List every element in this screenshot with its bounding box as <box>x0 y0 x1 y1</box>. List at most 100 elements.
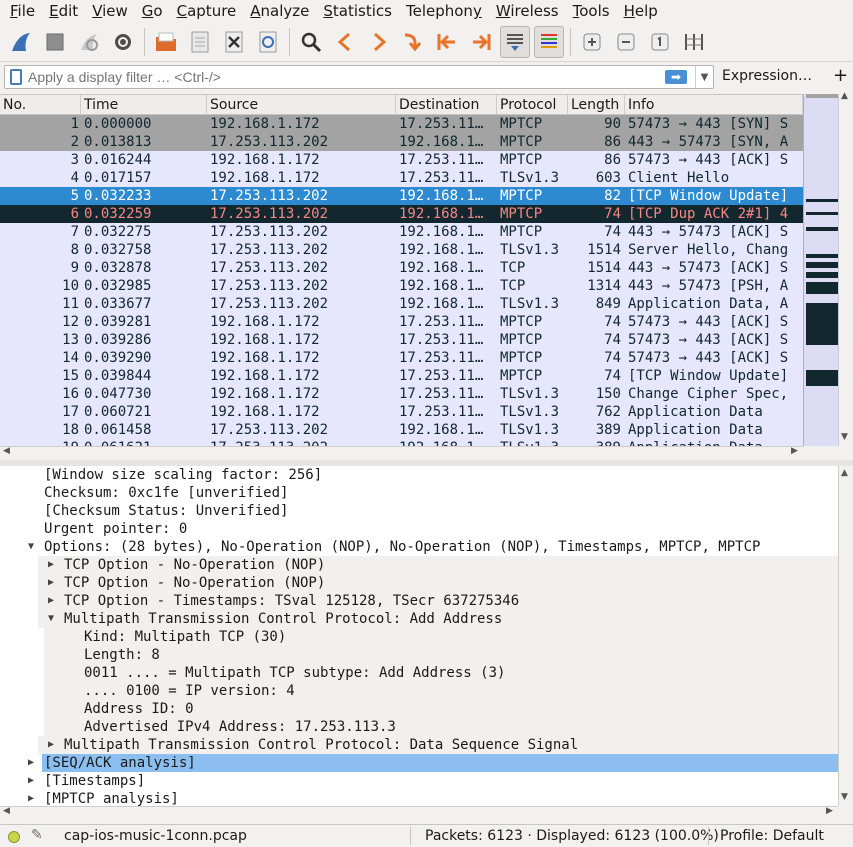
expanded-arrow-icon[interactable]: ▼ <box>44 610 58 628</box>
packet-row[interactable]: 16 0.047730 192.168.1.172 17.253.11… TLSv1.3… <box>0 385 803 403</box>
detail-row[interactable]: Checksum: 0xc1fe [unverified] <box>0 484 838 502</box>
packet-row[interactable]: 17 0.060721 192.168.1.172 17.253.11… TLSv1.3… <box>0 403 803 421</box>
restart-icon[interactable] <box>74 26 104 58</box>
scroll-up-icon[interactable]: ▲ <box>841 468 848 478</box>
packet-list-hscrollbar[interactable]: ◀ ▶ <box>0 446 803 460</box>
detail-row[interactable]: Urgent pointer: 0 <box>0 520 838 538</box>
column-header-no[interactable]: No. <box>0 95 81 114</box>
menu-statistics[interactable]: Statistics <box>316 0 399 22</box>
detail-row[interactable]: [Checksum Status: Unverified] <box>0 502 838 520</box>
shark-fin-icon[interactable] <box>6 26 36 58</box>
packet-row[interactable]: 1 0.000000 192.168.1.172 17.253.11… MPTCP 90 5… <box>0 115 803 133</box>
detail-row[interactable]: ▶ [SEQ/ACK analysis] <box>0 754 838 772</box>
apply-filter-arrow-icon[interactable]: ➡ <box>665 70 687 84</box>
detail-row[interactable]: ▶ Multipath Transmission Control Protocol… <box>0 736 838 754</box>
scroll-left-icon[interactable]: ◀ <box>3 806 10 816</box>
zoom-in-icon[interactable] <box>577 26 607 58</box>
close-file-icon[interactable] <box>219 26 249 58</box>
first-packet-icon[interactable] <box>432 26 462 58</box>
menu-capture[interactable]: Capture <box>170 0 244 22</box>
bookmark-icon[interactable] <box>10 69 22 85</box>
packet-details-hscrollbar[interactable]: ◀ ▶ <box>0 806 838 820</box>
reload-icon[interactable] <box>253 26 283 58</box>
packet-row[interactable]: 11 0.033677 17.253.113.202 192.168.1… TLSv1.… <box>0 295 803 313</box>
expert-info-led-icon[interactable] <box>8 831 20 843</box>
expression-button[interactable]: Expression… <box>722 68 812 84</box>
detail-row[interactable]: ▶ TCP Option - No-Operation (NOP) <box>0 574 838 592</box>
menu-tools[interactable]: Tools <box>566 0 617 22</box>
collapsed-arrow-icon[interactable]: ▶ <box>44 736 58 754</box>
menu-wireless[interactable]: Wireless <box>489 0 566 22</box>
scroll-right-icon[interactable]: ▶ <box>826 806 833 816</box>
collapsed-arrow-icon[interactable]: ▶ <box>44 574 58 592</box>
packet-row[interactable]: 5 0.032233 17.253.113.202 192.168.1… MPTCP 82… <box>0 187 803 205</box>
collapsed-arrow-icon[interactable]: ▶ <box>44 556 58 574</box>
column-header-info[interactable]: Info <box>625 95 803 114</box>
packet-row[interactable]: 12 0.039281 192.168.1.172 17.253.11… MPTCP 74… <box>0 313 803 331</box>
detail-row[interactable]: Length: 8 <box>0 646 838 664</box>
scroll-up-icon[interactable]: ▲ <box>841 91 848 101</box>
menu-view[interactable]: View <box>85 0 135 22</box>
display-filter-input[interactable] <box>28 69 665 85</box>
detail-row[interactable]: ▼ Multipath Transmission Control Protocol… <box>0 610 838 628</box>
status-profile[interactable]: Profile: Default <box>720 828 824 844</box>
add-filter-button[interactable]: + <box>833 65 848 86</box>
detail-row[interactable]: ▶ TCP Option - Timestamps: TSval 125128, … <box>0 592 838 610</box>
column-header-time[interactable]: Time <box>81 95 207 114</box>
detail-row[interactable]: ▶ [MPTCP analysis] <box>0 790 838 806</box>
find-icon[interactable] <box>296 26 326 58</box>
detail-row[interactable]: 0011 .... = Multipath TCP subtype: Add A… <box>0 664 838 682</box>
packet-row[interactable]: 7 0.032275 17.253.113.202 192.168.1… MPTCP 74… <box>0 223 803 241</box>
scroll-right-icon[interactable]: ▶ <box>791 446 798 456</box>
column-header-length[interactable]: Length <box>568 95 625 114</box>
go-back-icon[interactable] <box>330 26 360 58</box>
menu-telephony[interactable]: Telephony <box>399 0 489 22</box>
detail-row[interactable]: Kind: Multipath TCP (30) <box>0 628 838 646</box>
resize-columns-icon[interactable] <box>679 26 709 58</box>
packet-row[interactable]: 8 0.032758 17.253.113.202 192.168.1… TLSv1.3… <box>0 241 803 259</box>
packet-list-scrollbar[interactable]: ▲ ▼ <box>838 91 853 446</box>
save-file-icon[interactable] <box>185 26 215 58</box>
packet-row[interactable]: 3 0.016244 192.168.1.172 17.253.11… MPTCP 86 5… <box>0 151 803 169</box>
collapsed-arrow-icon[interactable]: ▶ <box>44 592 58 610</box>
menu-analyze[interactable]: Analyze <box>243 0 316 22</box>
packet-details-scrollbar[interactable]: ▲ ▼ <box>838 466 853 806</box>
packet-row[interactable]: 18 0.061458 17.253.113.202 192.168.1… TLSv1.… <box>0 421 803 439</box>
go-forward-icon[interactable] <box>364 26 394 58</box>
packet-row[interactable]: 2 0.013813 17.253.113.202 192.168.1… MPTCP 86… <box>0 133 803 151</box>
packet-row[interactable]: 4 0.017157 192.168.1.172 17.253.11… TLSv1.3 6… <box>0 169 803 187</box>
packet-row[interactable]: 15 0.039844 192.168.1.172 17.253.11… MPTCP 74… <box>0 367 803 385</box>
packet-row[interactable]: 190.06162117.253.113.202192.168.1…TLSv1.… <box>0 439 803 446</box>
collapsed-arrow-icon[interactable]: ▶ <box>24 754 38 772</box>
detail-row[interactable]: Address ID: 0 <box>0 700 838 718</box>
go-to-packet-icon[interactable] <box>398 26 428 58</box>
normal-size-icon[interactable] <box>645 26 675 58</box>
expanded-arrow-icon[interactable]: ▼ <box>24 538 38 556</box>
packet-row[interactable]: 14 0.039290 192.168.1.172 17.253.11… MPTCP 74… <box>0 349 803 367</box>
scroll-down-icon[interactable]: ▼ <box>841 432 848 442</box>
detail-row[interactable]: ▼ Options: (28 bytes), No-Operation (NOP)… <box>0 538 838 556</box>
stop-icon[interactable] <box>40 26 70 58</box>
scroll-left-icon[interactable]: ◀ <box>3 446 10 456</box>
packet-row[interactable]: 6 0.032259 17.253.113.202 192.168.1… MPTCP 74… <box>0 205 803 223</box>
colorize-icon[interactable] <box>534 25 564 58</box>
column-header-destination[interactable]: Destination <box>396 95 497 114</box>
capture-comment-icon[interactable]: ✎ <box>31 827 43 843</box>
menu-edit[interactable]: Edit <box>42 0 85 22</box>
packet-row[interactable]: 13 0.039286 192.168.1.172 17.253.11… MPTCP 74… <box>0 331 803 349</box>
detail-row[interactable]: .... 0100 = IP version: 4 <box>0 682 838 700</box>
packet-minimap[interactable] <box>803 94 839 446</box>
detail-row[interactable]: ▶ [Timestamps] <box>0 772 838 790</box>
scroll-down-icon[interactable]: ▼ <box>841 792 848 802</box>
menu-file[interactable]: File <box>3 0 42 22</box>
open-folder-icon[interactable] <box>151 26 181 58</box>
menu-go[interactable]: Go <box>135 0 170 22</box>
zoom-out-icon[interactable] <box>611 26 641 58</box>
last-packet-icon[interactable] <box>466 26 496 58</box>
detail-row[interactable]: [Window size scaling factor: 256] <box>0 466 838 484</box>
collapsed-arrow-icon[interactable]: ▶ <box>24 790 38 806</box>
menu-help[interactable]: Help <box>617 0 665 22</box>
packet-row[interactable]: 9 0.032878 17.253.113.202 192.168.1… TCP 1514… <box>0 259 803 277</box>
packet-row[interactable]: 10 0.032985 17.253.113.202 192.168.1… TCP 131… <box>0 277 803 295</box>
column-header-protocol[interactable]: Protocol <box>497 95 568 114</box>
